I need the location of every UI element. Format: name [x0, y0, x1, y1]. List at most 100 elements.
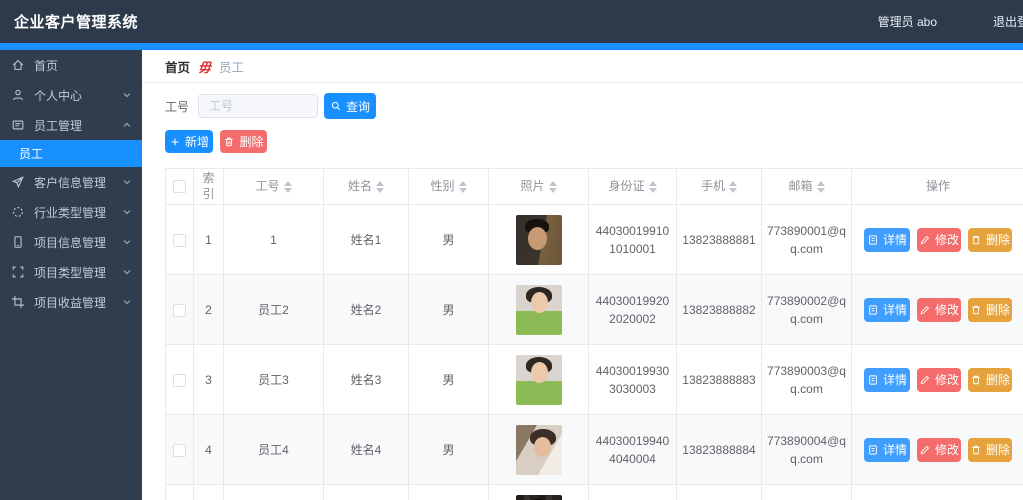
email-cell: 773890001@qq.com: [761, 204, 852, 276]
delete-row-button[interactable]: 删除: [968, 227, 1012, 252]
sidebar-item-home[interactable]: 首页: [0, 50, 142, 80]
row-select-cell: [165, 414, 194, 486]
col-header-name[interactable]: 姓名: [323, 167, 409, 206]
breadcrumb-home[interactable]: 首页: [165, 57, 190, 76]
sort-icon[interactable]: [816, 180, 825, 193]
detail-button-label: 详情: [882, 373, 907, 388]
name-cell: 姓名4: [323, 414, 409, 486]
select-all-checkbox[interactable]: [173, 180, 186, 194]
sort-icon[interactable]: [458, 180, 467, 193]
detail-button[interactable]: 详情: [864, 437, 910, 462]
sort-icon[interactable]: [648, 180, 657, 193]
col-header-idcard[interactable]: 身份证: [588, 167, 677, 206]
home-icon: [11, 58, 25, 72]
email-cell: 773890003@qq.com: [761, 344, 852, 416]
search-field-label: 工号: [165, 99, 190, 114]
sidebar-item-employee-active[interactable]: 员工: [0, 140, 142, 167]
row-checkbox[interactable]: [173, 233, 186, 247]
select-all-cell: [165, 167, 194, 206]
edit-button-label: 修改: [934, 443, 959, 458]
breadcrumb-separator-icon: 毋: [198, 59, 212, 75]
index-cell: 1: [193, 204, 224, 276]
sidebar-item-personal-center[interactable]: 个人中心: [0, 80, 142, 110]
sidebar-item-customer-info[interactable]: 客户信息管理: [0, 167, 142, 197]
row-checkbox[interactable]: [173, 373, 186, 387]
row-checkbox[interactable]: [173, 443, 186, 457]
edit-button[interactable]: 修改: [917, 367, 961, 392]
col-header-label: 操作: [925, 178, 950, 193]
fullscreen-icon: [11, 265, 25, 279]
document-icon: [869, 305, 877, 315]
sidebar-item-industry-type[interactable]: 行业类型管理: [0, 197, 142, 227]
delete-row-button[interactable]: 删除: [968, 297, 1012, 322]
operations-cell: 详情 修改 删除: [851, 204, 1023, 276]
delete-row-button-label: 删除: [985, 303, 1010, 318]
edit-button[interactable]: 修改: [917, 227, 961, 252]
pencil-icon: [920, 305, 930, 315]
col-header-photo[interactable]: 照片: [488, 167, 589, 206]
phone-cell: 13823888881: [676, 204, 762, 276]
sidebar-item-label: 员工管理: [34, 118, 83, 133]
photo-cell: [488, 344, 589, 416]
row-checkbox[interactable]: [173, 303, 186, 317]
edit-button-label: 修改: [934, 373, 959, 388]
detail-button-label: 详情: [882, 303, 907, 318]
sidebar-item-label: 项目信息管理: [34, 235, 107, 250]
delete-row-button[interactable]: 删除: [968, 437, 1012, 462]
employee-photo: [515, 424, 562, 475]
edit-button[interactable]: 修改: [917, 297, 961, 322]
index-cell: 2: [193, 274, 224, 346]
gender-cell: 男: [408, 344, 489, 416]
table-header-row: 索引 工号 姓名 性别 照片 身份证 手机 邮箱 操作: [165, 167, 1023, 206]
add-button[interactable]: 新增: [165, 130, 213, 153]
detail-button[interactable]: 详情: [864, 367, 910, 392]
logout-link[interactable]: 退出登录: [993, 13, 1023, 30]
employee-photo: [515, 494, 562, 500]
sidebar: 首页 个人中心 员工管理 员工 客户信息管理 行业类型管理 项目信息管理 项目类…: [0, 50, 142, 500]
row-select-cell: [165, 484, 194, 500]
col-header-label: 身份证: [608, 178, 645, 193]
toolbar: 新增 删除: [165, 130, 1023, 153]
sidebar-item-project-info[interactable]: 项目信息管理: [0, 227, 142, 257]
empno-cell: 1: [223, 204, 324, 276]
accent-strip: [0, 43, 1023, 50]
col-header-label: 邮箱: [788, 178, 813, 193]
employee-photo: [515, 354, 562, 405]
col-header-email[interactable]: 邮箱: [761, 167, 852, 206]
sort-icon[interactable]: [283, 180, 292, 193]
trash-icon: [972, 305, 980, 314]
col-header-empno[interactable]: 工号: [223, 167, 324, 206]
delete-button[interactable]: 删除: [220, 130, 267, 153]
edit-button[interactable]: 修改: [917, 437, 961, 462]
plus-icon: [171, 138, 179, 145]
sidebar-item-employee-management[interactable]: 员工管理: [0, 110, 142, 140]
delete-button-label: 删除: [239, 135, 264, 149]
col-header-phone[interactable]: 手机: [676, 167, 762, 206]
sidebar-item-project-revenue[interactable]: 项目收益管理: [0, 287, 142, 317]
trash-icon: [972, 445, 980, 454]
email-cell: 773890004@qq.com: [761, 414, 852, 486]
table-row: 3 员工3 姓名3 男 440300199303030003 138238888…: [165, 344, 1023, 416]
col-header-label: 工号: [255, 178, 280, 193]
detail-button[interactable]: 详情: [864, 297, 910, 322]
table-row: 4 员工4 姓名4 男 440300199404040004 138238888…: [165, 414, 1023, 486]
phone-cell: [676, 484, 762, 500]
chevron-down-icon: [123, 210, 131, 215]
search-form: 工号 查询: [165, 93, 1023, 119]
sort-icon[interactable]: [548, 180, 557, 193]
chevron-down-icon: [123, 240, 131, 245]
col-header-gender[interactable]: 性别: [408, 167, 489, 206]
delete-row-button[interactable]: 删除: [968, 367, 1012, 392]
col-header-label: 姓名: [347, 178, 372, 193]
search-input[interactable]: [198, 94, 319, 118]
detail-button[interactable]: 详情: [864, 227, 910, 252]
sidebar-item-project-type[interactable]: 项目类型管理: [0, 257, 142, 287]
search-button[interactable]: 查询: [324, 93, 377, 119]
sort-icon[interactable]: [729, 180, 737, 193]
document-icon: [869, 445, 877, 455]
empno-cell: 员工2: [223, 274, 324, 346]
sort-icon[interactable]: [376, 180, 384, 193]
empno-cell: 员工3: [223, 344, 324, 416]
edit-button-label: 修改: [934, 303, 959, 318]
phone-cell: 13823888882: [676, 274, 762, 346]
